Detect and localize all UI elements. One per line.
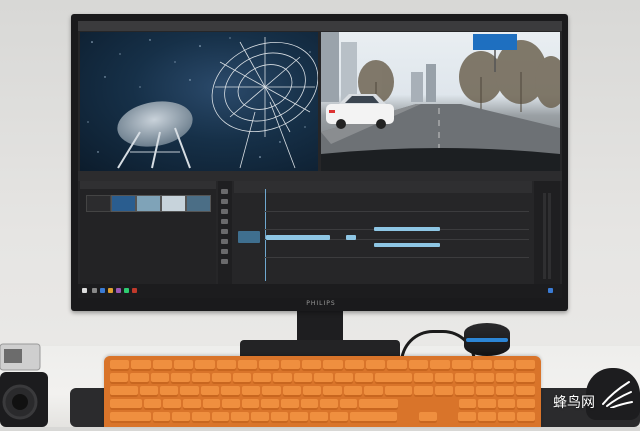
keyboard-row <box>110 399 535 410</box>
timeline-ruler[interactable] <box>234 181 532 193</box>
monitor-brand-logo: PHILIPS <box>306 300 336 307</box>
orange-keyboard <box>104 356 541 427</box>
taskbar-app-icon[interactable] <box>108 288 113 293</box>
start-button-icon[interactable] <box>82 288 87 293</box>
timeline-clip[interactable] <box>266 235 330 240</box>
watermark: 蜂鸟网 <box>551 378 636 414</box>
pen-tool-icon[interactable] <box>221 239 228 244</box>
selection-tool-icon[interactable] <box>221 189 228 194</box>
notification-icon[interactable] <box>548 288 553 293</box>
taskbar-app-icon[interactable] <box>100 288 105 293</box>
road-sign-icon <box>473 34 517 50</box>
slip-tool-icon[interactable] <box>221 229 228 234</box>
type-tool-icon[interactable] <box>221 259 228 264</box>
hand-tool-icon[interactable] <box>221 249 228 254</box>
media-thumbnail[interactable] <box>161 195 186 212</box>
audio-meter-bar <box>548 193 551 279</box>
watermark-text: 蜂鸟网 <box>553 395 595 411</box>
street-scene-image <box>321 32 560 171</box>
media-thumbnail[interactable] <box>186 195 211 212</box>
source-monitor-video[interactable] <box>80 32 318 171</box>
timeline-panel[interactable] <box>234 181 532 284</box>
taskbar-app-icon[interactable] <box>124 288 129 293</box>
keyboard-row <box>110 412 536 423</box>
bin-folder-icon[interactable] <box>86 195 111 212</box>
track-divider <box>264 257 529 258</box>
track-header-controls[interactable] <box>238 231 260 243</box>
bird-logo-icon <box>602 381 633 408</box>
ripple-edit-tool-icon[interactable] <box>221 209 228 214</box>
camera <box>0 340 50 427</box>
project-panel-header <box>80 181 216 189</box>
app-menu-bar <box>78 21 562 31</box>
speaker-light-ring <box>466 338 508 342</box>
timeline-clip[interactable] <box>374 243 440 247</box>
tools-panel <box>218 181 232 284</box>
monitor-controls-strip <box>78 171 562 181</box>
keyboard-row <box>110 386 535 397</box>
taskbar-app-icon[interactable] <box>132 288 137 293</box>
track-select-tool-icon[interactable] <box>221 199 228 204</box>
os-taskbar <box>78 284 562 298</box>
radio-telescope-image <box>87 37 318 169</box>
keyboard-row <box>110 360 535 371</box>
audio-meters <box>534 181 560 284</box>
taskbar-app-icon[interactable] <box>92 288 97 293</box>
monitor-screen <box>78 21 562 298</box>
project-panel <box>80 181 216 284</box>
timeline-clip[interactable] <box>374 227 440 231</box>
program-monitor-video[interactable] <box>321 32 560 171</box>
razor-tool-icon[interactable] <box>221 219 228 224</box>
timeline-clip[interactable] <box>346 235 356 240</box>
media-thumbnail[interactable] <box>111 195 136 212</box>
keyboard-row <box>110 373 535 384</box>
taskbar-app-icon[interactable] <box>116 288 121 293</box>
media-thumbnail[interactable] <box>136 195 161 212</box>
audio-meter-bar <box>543 193 546 279</box>
track-divider <box>264 211 529 212</box>
